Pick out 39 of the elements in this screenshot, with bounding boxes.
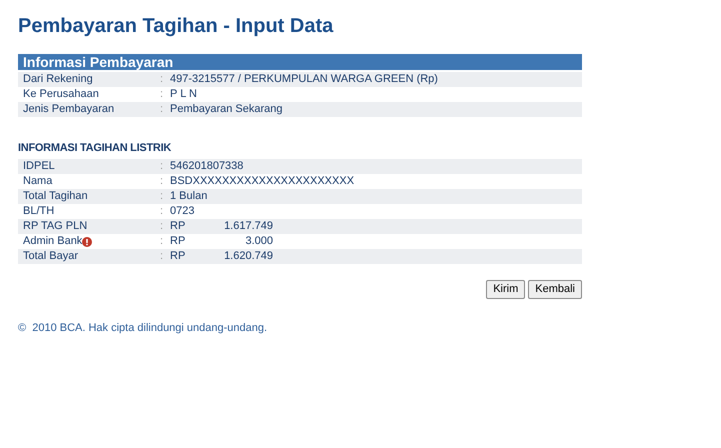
amount-text: 1.617.749 — [224, 219, 273, 234]
field-value: BSDXXXXXXXXXXXXXXXXXXXXXX — [170, 174, 354, 190]
colon-separator: : — [160, 174, 164, 190]
section-heading: INFORMASI TAGIHAN LISTRIK — [18, 142, 172, 154]
currency-text: RP — [170, 234, 186, 250]
field-label: IDPEL — [23, 159, 55, 174]
field-value: Pembayaran Sekarang — [170, 102, 283, 118]
field-value: 0723 — [170, 204, 194, 220]
currency-text: RP — [170, 249, 186, 264]
form-button[interactable]: Kembali — [528, 280, 582, 299]
currency-text: RP — [170, 219, 186, 234]
colon-separator: : — [160, 102, 164, 118]
colon-separator: : — [160, 234, 164, 250]
field-label: Nama — [23, 174, 52, 190]
amount-text: 3.000 — [245, 234, 273, 250]
field-value: 1 Bulan — [170, 189, 208, 204]
field-label: Jenis Pembayaran — [23, 102, 114, 118]
colon-separator: : — [160, 249, 164, 264]
field-label: Dari Rekening — [23, 72, 93, 88]
colon-separator: : — [160, 87, 164, 102]
field-value: 497-3215577 / PERKUMPULAN WARGA GREEN (Rp) — [170, 72, 438, 88]
page-title: Pembayaran Tagihan - Input Data — [18, 14, 334, 38]
form-button[interactable]: Kirim — [486, 280, 526, 299]
field-value: P L N — [170, 87, 197, 102]
section-header: Informasi Pembayaran — [23, 54, 174, 70]
amount-text: 1.620.749 — [224, 249, 273, 264]
field-label: BL/TH — [23, 204, 54, 220]
colon-separator: : — [160, 159, 164, 174]
field-value: 546201807338 — [170, 159, 244, 174]
field-label: Total Bayar — [23, 249, 78, 264]
copyright-text: © 2010 BCA. Hak cipta dilindungi undang-undang. — [18, 322, 268, 334]
field-label: Admin Bank — [23, 234, 82, 250]
colon-separator: : — [160, 72, 164, 88]
colon-separator: : — [160, 189, 164, 204]
colon-separator: : — [160, 219, 164, 234]
field-label: Ke Perusahaan — [23, 87, 99, 102]
colon-separator: : — [160, 204, 164, 220]
field-label: Total Tagihan — [23, 189, 88, 204]
field-label: RP TAG PLN — [23, 219, 88, 234]
